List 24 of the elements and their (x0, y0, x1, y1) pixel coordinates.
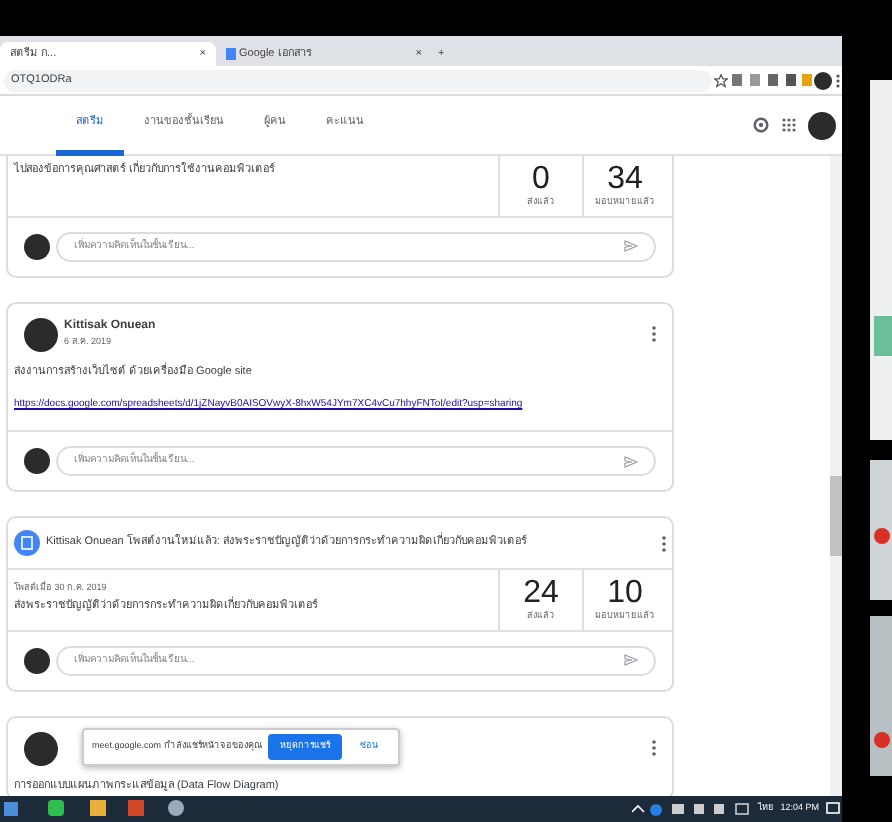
send-icon[interactable] (624, 240, 638, 253)
stat-count: 0 (530, 162, 552, 196)
stat-count: 34 (605, 162, 645, 196)
avatar (24, 731, 58, 766)
document-icon (226, 48, 236, 60)
assignment-icon (14, 530, 40, 556)
stat-count: 10 (605, 576, 645, 610)
avatar (24, 317, 58, 352)
avatar (24, 233, 50, 260)
scrollbar[interactable] (830, 156, 842, 796)
avatar (24, 647, 50, 674)
notification-icon[interactable] (825, 802, 839, 816)
stat-count: 24 (521, 576, 561, 610)
apps-icon[interactable] (782, 118, 796, 132)
avatar[interactable] (808, 111, 836, 139)
tray-icons-drawing[interactable] (632, 802, 753, 816)
extensions-icon[interactable] (731, 74, 811, 86)
avatar (24, 448, 50, 474)
star-icon[interactable] (714, 73, 728, 87)
send-icon[interactable] (624, 654, 638, 667)
taskbar-icons-drawing[interactable] (3, 800, 183, 818)
send-icon[interactable] (624, 455, 638, 467)
avatar[interactable] (814, 71, 832, 89)
settings-icon[interactable] (752, 116, 770, 134)
